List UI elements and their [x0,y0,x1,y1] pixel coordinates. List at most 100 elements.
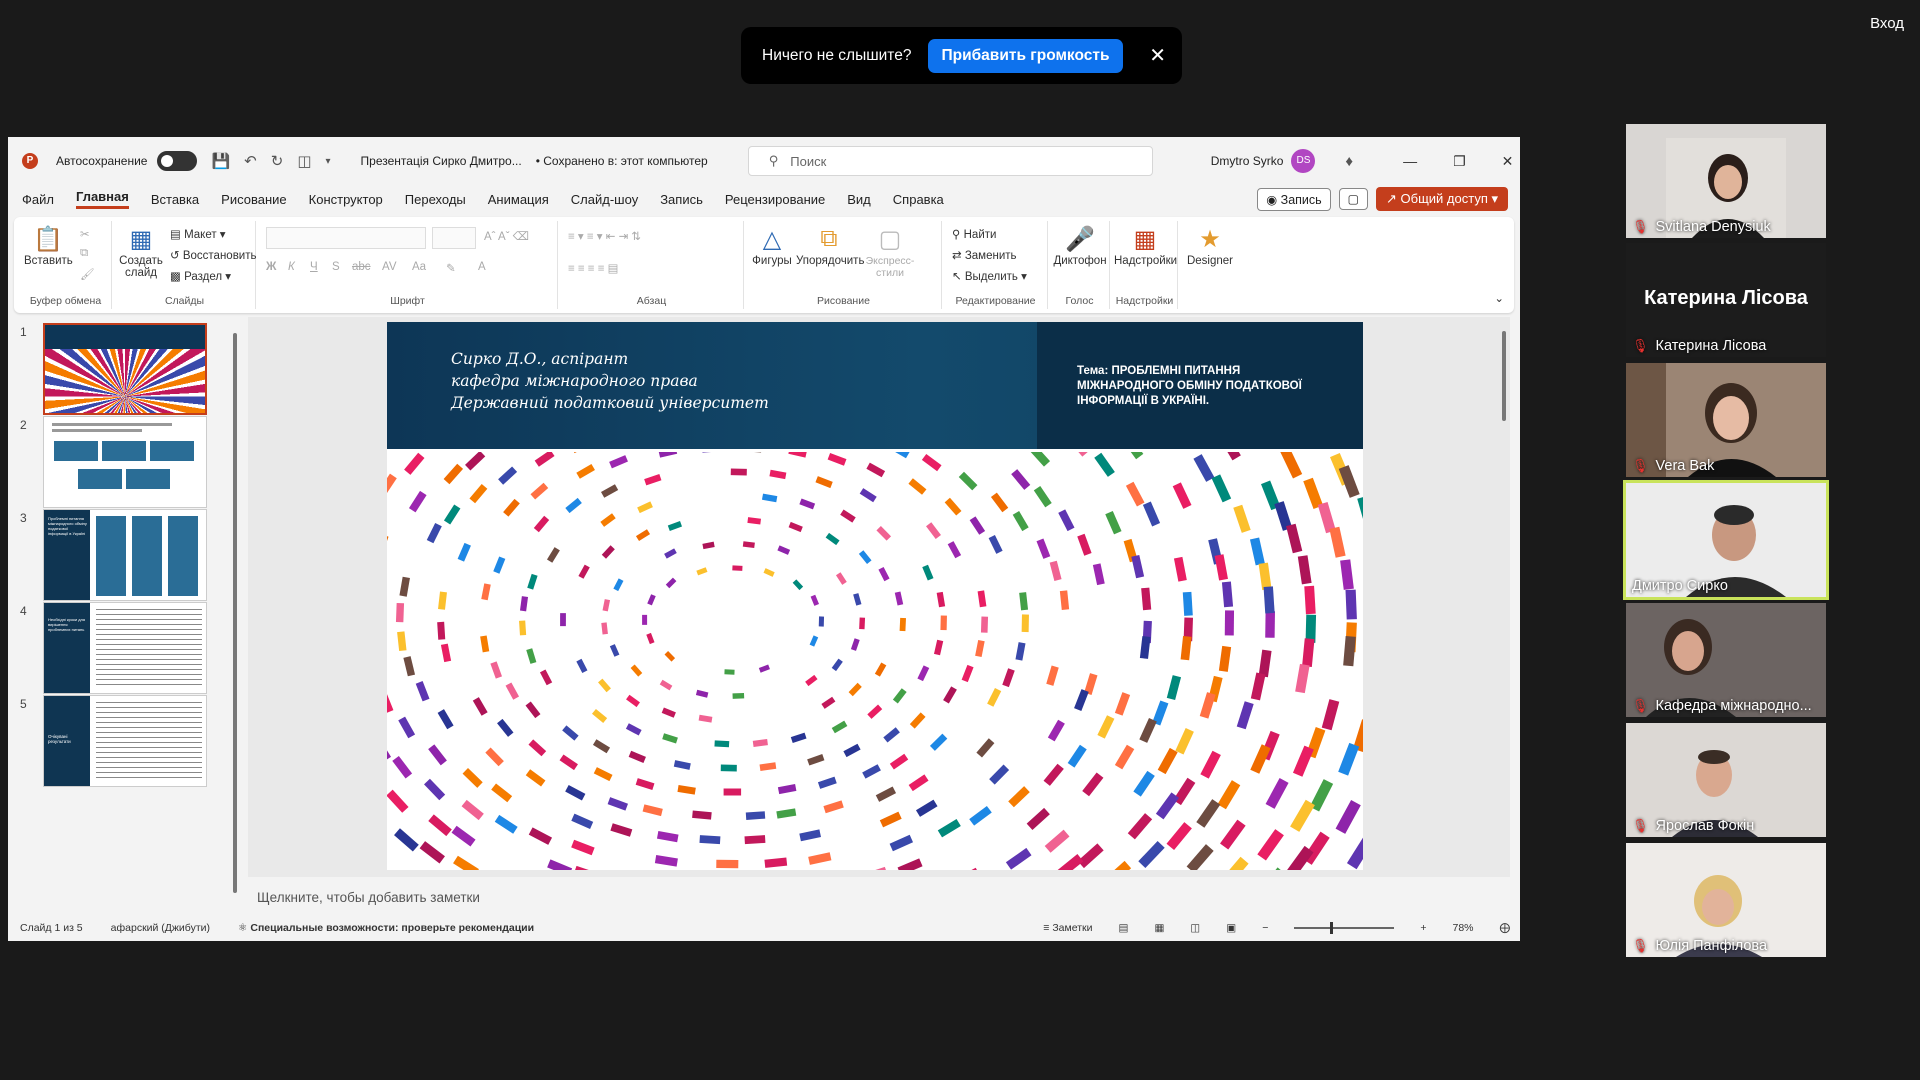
document-title[interactable]: Презентація Сирко Дмитро... [361,154,522,168]
slide-thumbnail-1[interactable] [43,323,207,415]
participant-tile[interactable]: Катерина Лісова 🎙 Катерина Лісова [1626,243,1826,357]
notes-toggle[interactable]: ≡ Заметки [1043,922,1092,934]
present-from-start-icon[interactable]: ◫ [297,152,311,170]
participant-tile-active-speaker[interactable]: Дмитро Сирко [1623,480,1829,600]
select-button[interactable]: ↖ Выделить ▾ [952,269,1027,283]
tab-file[interactable]: Файл [22,192,54,207]
record-button[interactable]: ◉ Запись [1257,187,1331,211]
tab-draw[interactable]: Рисование [221,192,286,207]
dictate-button[interactable]: 🎤 Диктофон [1052,225,1108,267]
slide-sorter-icon[interactable]: ▦ [1154,922,1164,934]
topic-text[interactable]: Тема: ПРОБЛЕМНІ ПИТАННЯ МІЖНАРОДНОГО ОБМ… [1077,364,1337,409]
arrange-button[interactable]: ⧉ Упорядочить [796,225,864,267]
tab-insert[interactable]: Вставка [151,192,199,207]
minimize-icon[interactable]: — [1403,153,1417,169]
signin-link[interactable]: Вход [1870,15,1904,32]
replace-button[interactable]: ⇄ Заменить [952,248,1017,262]
italic-icon[interactable]: К [288,261,295,273]
slideshow-icon[interactable]: ▣ [1226,922,1236,934]
slide-thumbnail-2[interactable] [43,416,207,508]
diamond-icon[interactable]: ♦ [1345,153,1353,170]
participant-tile[interactable]: 🎙 Ярослав Фокін [1626,723,1826,837]
tab-review[interactable]: Рецензирование [725,192,825,207]
comments-icon[interactable]: ▢ [1338,188,1368,210]
underline-icon[interactable]: Ч [310,261,318,273]
quick-styles-button[interactable]: ▢ Экспресс-стили [864,225,916,279]
customize-toolbar-icon[interactable]: ▾ [326,156,331,167]
participant-tile[interactable]: 🎙 Vera Bak [1626,363,1826,477]
tab-animations[interactable]: Анимация [488,192,549,207]
zoom-out-icon[interactable]: − [1262,922,1268,934]
close-window-icon[interactable]: ✕ [1502,153,1514,170]
mosaic-tile [428,814,452,837]
slide-thumbnail-3[interactable]: Проблемні питання міжнародного обміну по… [43,509,207,601]
reading-view-icon[interactable]: ◫ [1190,922,1200,934]
section-button[interactable]: ▩ Раздел ▾ [170,269,231,283]
shadow-icon[interactable]: S [332,261,340,273]
zoom-level[interactable]: 78% [1452,922,1473,934]
tab-record[interactable]: Запись [660,192,703,207]
layout-button[interactable]: ▤ Макет ▾ [170,227,226,241]
restore-icon[interactable]: ❐ [1453,153,1466,170]
current-slide[interactable]: Сирко Д.О., аспірант кафедра міжнародног… [387,322,1363,870]
close-icon[interactable]: ✕ [1149,43,1166,68]
record-icon: ◉ [1266,192,1281,207]
cut-icon[interactable]: ✂ [80,227,90,241]
collapse-ribbon-icon[interactable]: ⌄ [1494,291,1504,305]
font-color-icon[interactable]: A [478,261,486,273]
participant-tile[interactable]: 🎙 Кафедра міжнародно... [1626,603,1826,717]
user-name[interactable]: Dmytro Syrko [1211,154,1284,168]
tab-home[interactable]: Главная [75,189,129,209]
strikethrough-icon[interactable]: abc [352,261,371,273]
slide-scrollbar[interactable] [1500,317,1508,877]
accessibility-status[interactable]: ⚛ Специальные возможности: проверьте рек… [238,922,534,934]
find-button[interactable]: ⚲ Найти [952,227,996,241]
addins-button[interactable]: ▦ Надстройки [1114,225,1177,267]
zoom-in-icon[interactable]: + [1420,922,1426,934]
bullets-icon[interactable]: ≡ ▾ ≡ ▾ ⇤ ⇥ ⇅ [568,229,641,243]
designer-button[interactable]: ★ Designer [1182,225,1238,267]
font-name-select[interactable] [266,227,426,249]
zoom-slider[interactable] [1294,922,1395,934]
participant-tile[interactable]: 🎙 Юлія Панфілова [1626,843,1826,957]
autosave-toggle[interactable] [157,151,198,171]
mosaic-tile [519,620,527,636]
paste-button[interactable]: 📋 Вставить [24,225,73,267]
format-painter-icon[interactable]: 🖌 [80,267,95,281]
notes-pane[interactable]: Щелкните, чтобы добавить заметки [248,883,1510,913]
align-icon[interactable]: ≡ ≡ ≡ ≡ ▤ [568,261,619,275]
user-avatar[interactable]: DS [1291,149,1316,173]
spacing-icon[interactable]: AV [382,261,397,273]
slide-thumbnail-5[interactable]: Очікувані результати [43,695,207,787]
language-indicator[interactable]: афарский (Джибути) [111,922,210,934]
undo-icon[interactable]: ↶ [244,152,257,170]
saved-state[interactable]: • Сохранено в: этот компьютер [536,154,708,168]
tab-design[interactable]: Конструктор [309,192,383,207]
slide-thumbnail-4[interactable]: Необхідні кроки для вирішення проблемних… [43,602,207,694]
shapes-button[interactable]: △ Фигуры [750,225,794,267]
bold-icon[interactable]: Ж [266,261,276,273]
redo-icon[interactable]: ↻ [271,152,284,170]
font-size-select[interactable] [432,227,476,249]
increase-volume-button[interactable]: Прибавить громкость [928,38,1123,73]
search-box[interactable]: ⚲ Поиск [747,146,1153,176]
reset-button[interactable]: ↺ Восстановить [170,248,256,262]
copy-icon[interactable]: ⧉ [80,247,88,260]
share-button[interactable]: ↗ Общий доступ ▾ [1376,187,1508,211]
save-icon[interactable]: 💾 [211,152,230,170]
fit-slide-icon[interactable]: ⨁ [1500,922,1511,934]
participant-tile[interactable]: 🎙 Svitlana Denysiuk [1626,124,1826,238]
highlight-icon[interactable]: ✎ [446,261,456,275]
thumbnails-scrollbar[interactable] [232,323,238,903]
author-text[interactable]: Сирко Д.О., аспірант кафедра міжнародног… [451,348,769,414]
participant-name: 🎙 Кафедра міжнародно... [1632,698,1812,714]
normal-view-icon[interactable]: ▤ [1119,922,1129,934]
grow-font-icon[interactable]: Aˆ Aˇ ⌫ [484,229,529,243]
tab-help[interactable]: Справка [893,192,944,207]
tab-slideshow[interactable]: Слайд-шоу [571,192,638,207]
tab-transitions[interactable]: Переходы [405,192,466,207]
mosaic-tile [1346,834,1363,870]
new-slide-button[interactable]: ▦ Создать слайд [118,225,164,279]
tab-view[interactable]: Вид [847,192,871,207]
change-case-icon[interactable]: Aa [412,261,426,273]
